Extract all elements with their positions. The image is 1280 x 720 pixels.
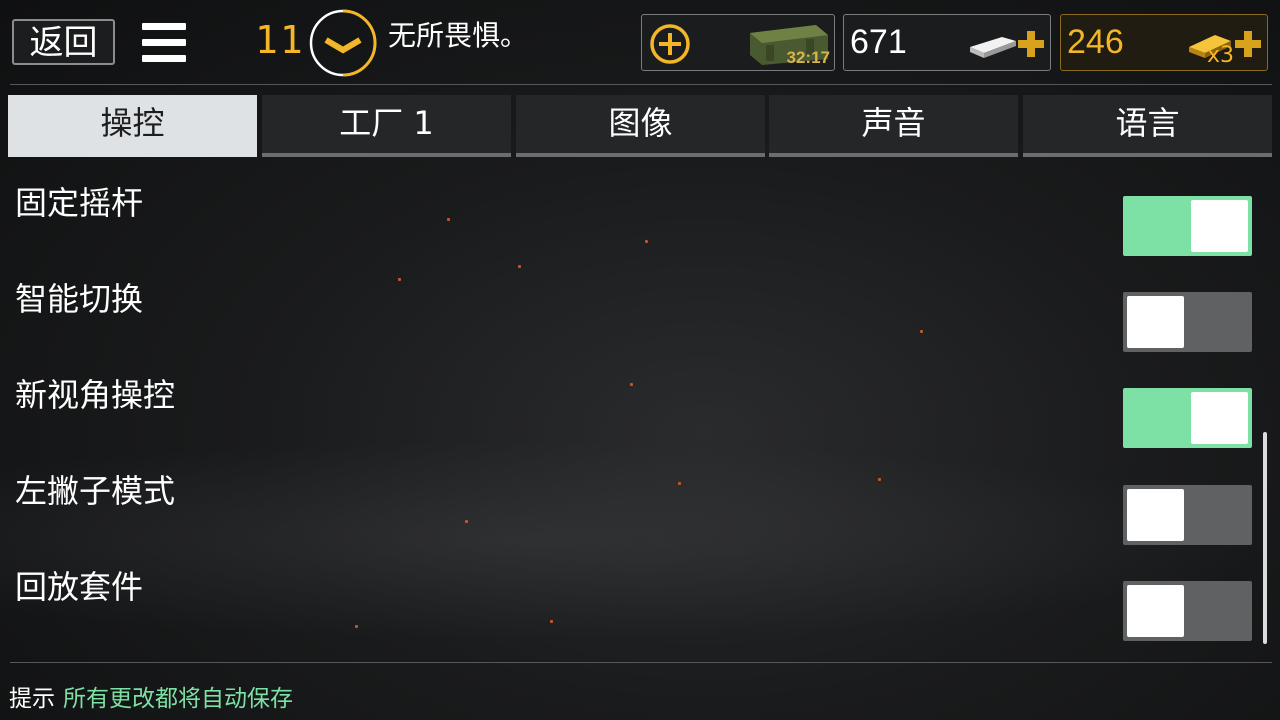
footer-hint: 提示 所有更改都将自动保存 [9, 679, 293, 713]
ember [550, 620, 553, 623]
ember [447, 218, 450, 221]
header-divider [10, 84, 1272, 85]
hint-key: 提示 [9, 686, 55, 712]
crate-timer: 32:17 [786, 48, 830, 67]
toggle-knob [1191, 392, 1248, 444]
silver-bar-icon [970, 37, 1016, 58]
toggle-left-handed[interactable] [1123, 485, 1252, 545]
ember [920, 330, 923, 333]
background-smoke [0, 440, 1280, 640]
footer-divider [10, 662, 1272, 663]
plus-icon[interactable] [1016, 29, 1046, 59]
ember [465, 520, 468, 523]
tab-language[interactable]: 语言 [1023, 95, 1272, 157]
setting-label-fixed-joystick: 固定摇杆 [15, 184, 144, 222]
plus-icon[interactable] [1233, 29, 1263, 59]
player-name: 无所畏惧。 [388, 19, 529, 52]
setting-label-smart-switch: 智能切换 [15, 280, 144, 318]
back-button[interactable]: 返回 [12, 19, 115, 65]
toggle-new-view-control[interactable] [1123, 388, 1252, 448]
tab-graphics[interactable]: 图像 [516, 95, 765, 157]
hint-text: 所有更改都将自动保存 [63, 686, 293, 712]
crate-resource[interactable]: 32:17 [641, 14, 835, 71]
ember [878, 478, 881, 481]
toggle-knob [1127, 585, 1184, 637]
silver-amount: 671 [850, 23, 907, 61]
toggle-knob [1191, 200, 1248, 252]
setting-label-new-view-control: 新视角操控 [15, 376, 176, 414]
ember [645, 240, 648, 243]
toggle-smart-switch[interactable] [1123, 292, 1252, 352]
silver-resource[interactable]: 671 [843, 14, 1051, 71]
ember [518, 265, 521, 268]
ember [630, 383, 633, 386]
ember [355, 625, 358, 628]
setting-label-replay-kit: 回放套件 [15, 568, 144, 606]
gold-resource[interactable]: 246 x3 [1060, 14, 1268, 71]
tab-sound[interactable]: 声音 [769, 95, 1018, 157]
toggle-fixed-joystick[interactable] [1123, 196, 1252, 256]
ember [398, 278, 401, 281]
gold-multiplier: x3 [1207, 43, 1235, 68]
toggle-replay-kit[interactable] [1123, 581, 1252, 641]
toggle-knob [1127, 296, 1184, 348]
add-circle-icon[interactable] [649, 23, 691, 65]
rank-chevron-icon [309, 9, 377, 77]
setting-label-left-handed: 左撇子模式 [15, 472, 176, 510]
gold-amount: 246 [1067, 23, 1124, 61]
tab-factory[interactable]: 工厂 1 [262, 95, 511, 157]
toggle-knob [1127, 489, 1184, 541]
tab-controls[interactable]: 操控 [8, 95, 257, 157]
menu-icon[interactable] [142, 23, 186, 63]
ember [678, 482, 681, 485]
player-level: 11 [255, 18, 305, 62]
scrollbar[interactable] [1263, 432, 1267, 644]
